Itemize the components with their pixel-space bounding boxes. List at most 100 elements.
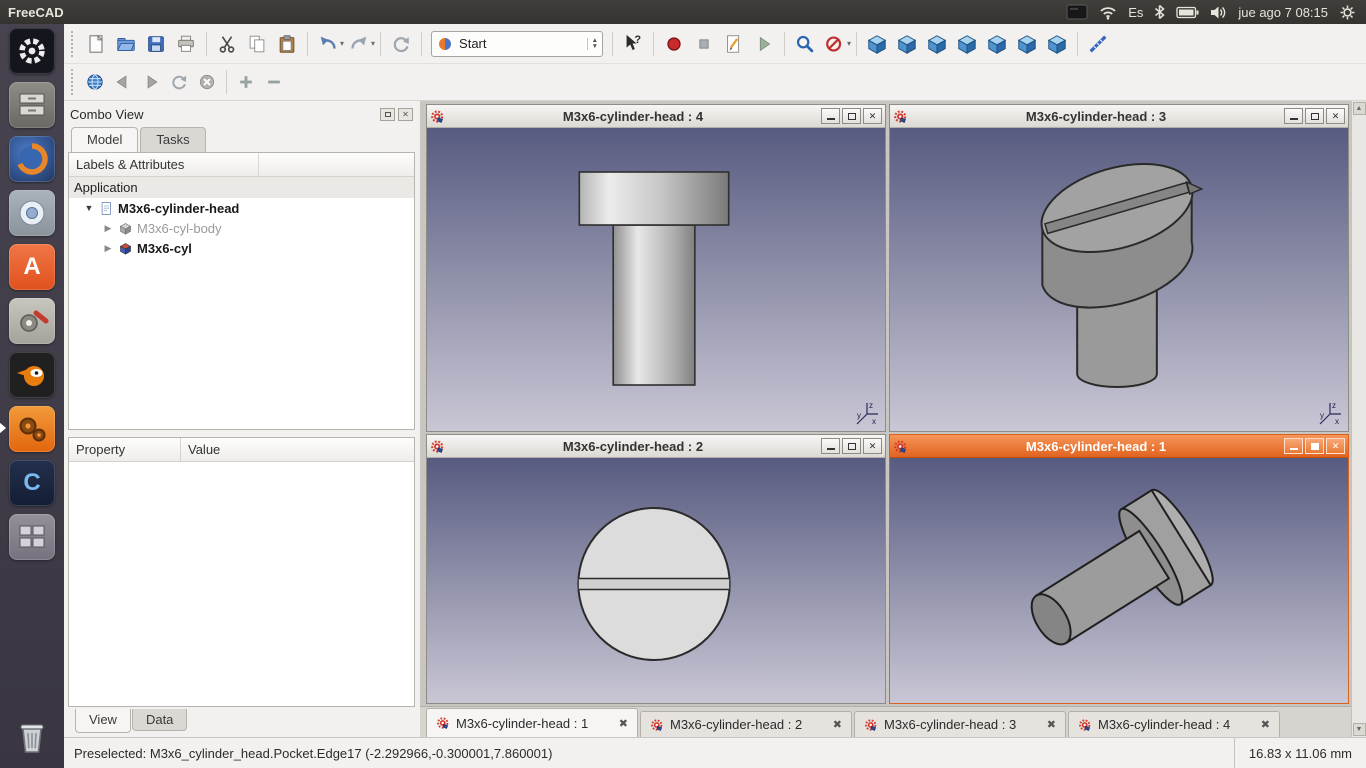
view-window-3[interactable]: M3x6-cylinder-head : 3 ✕ — [889, 104, 1349, 432]
launcher-item-browser[interactable] — [9, 190, 55, 236]
dock-close-button[interactable]: ✕ — [398, 108, 413, 121]
expander-collapsed-icon[interactable]: ▶ — [102, 223, 114, 234]
view-window-4[interactable]: M3x6-cylinder-head : 4 ✕ — [426, 104, 886, 432]
clock-indicator[interactable]: jue ago 7 08:15 — [1238, 5, 1328, 20]
window-title-bar[interactable]: M3x6-cylinder-head : 2 ✕ — [427, 435, 885, 458]
tree-item-cylinder[interactable]: ▶ M3x6-cyl — [69, 238, 414, 258]
view-right-button[interactable] — [952, 29, 982, 59]
close-button[interactable]: ✕ — [1326, 438, 1345, 454]
viewport-3d[interactable] — [427, 128, 885, 431]
view-front-button[interactable] — [892, 29, 922, 59]
view-left-button[interactable] — [1042, 29, 1072, 59]
macro-edit-button[interactable] — [719, 29, 749, 59]
launcher-item-file-manager[interactable] — [9, 82, 55, 128]
window-title-bar[interactable]: M3x6-cylinder-head : 4 ✕ — [427, 105, 885, 128]
nav-back-button[interactable] — [109, 68, 137, 96]
mdi-scrollbar[interactable]: ▲ ▼ — [1351, 101, 1366, 737]
launcher-item-workspace-switcher[interactable] — [9, 514, 55, 560]
window-title-bar[interactable]: M3x6-cylinder-head : 1 ✕ — [890, 435, 1348, 458]
launcher-item-dash-home[interactable] — [9, 28, 55, 74]
tree-column-header[interactable]: Labels & Attributes — [69, 153, 414, 177]
window-tab-4[interactable]: M3x6-cylinder-head : 4✖ — [1068, 711, 1280, 737]
viewport-3d[interactable] — [427, 458, 885, 703]
maximize-button[interactable] — [1305, 438, 1324, 454]
bluetooth-icon[interactable] — [1154, 4, 1165, 20]
redo-button[interactable] — [344, 29, 374, 59]
workbench-selector-spin[interactable]: ▲▼ — [587, 38, 600, 50]
web-home-button[interactable] — [81, 68, 109, 96]
measure-button[interactable] — [1083, 29, 1113, 59]
tree-application-row[interactable]: Application — [69, 177, 414, 198]
app-indicator-icon[interactable] — [1066, 4, 1088, 20]
tree-item-document[interactable]: ▼ M3x6-cylinder-head — [69, 198, 414, 218]
whats-this-button[interactable] — [618, 29, 648, 59]
zoom-out-button[interactable] — [260, 68, 288, 96]
close-button[interactable]: ✕ — [863, 108, 882, 124]
session-gear-icon[interactable] — [1339, 4, 1356, 21]
window-title-bar[interactable]: M3x6-cylinder-head : 3 ✕ — [890, 105, 1348, 128]
copy-button[interactable] — [242, 29, 272, 59]
save-button[interactable] — [141, 29, 171, 59]
view-isometric-button[interactable] — [862, 29, 892, 59]
scroll-up-icon[interactable]: ▲ — [1353, 102, 1366, 115]
tab-close-icon[interactable]: ✖ — [1261, 718, 1270, 731]
zoom-in-button[interactable] — [232, 68, 260, 96]
open-file-button[interactable] — [111, 29, 141, 59]
minimize-button[interactable] — [1284, 438, 1303, 454]
viewport-3d[interactable] — [890, 128, 1348, 431]
launcher-item-software-center[interactable]: A — [9, 244, 55, 290]
close-button[interactable]: ✕ — [863, 438, 882, 454]
paste-button[interactable] — [272, 29, 302, 59]
minimize-button[interactable] — [1284, 108, 1303, 124]
fit-all-button[interactable] — [790, 29, 820, 59]
scroll-down-icon[interactable]: ▼ — [1353, 723, 1366, 736]
toolbar-grip[interactable] — [71, 31, 74, 57]
maximize-button[interactable] — [1305, 108, 1324, 124]
launcher-item-system-settings[interactable] — [9, 298, 55, 344]
minimize-button[interactable] — [821, 108, 840, 124]
launcher-item-firefox[interactable] — [9, 136, 55, 182]
nav-stop-button[interactable] — [193, 68, 221, 96]
panel-splitter[interactable] — [68, 430, 415, 437]
property-table-header[interactable]: Property Value — [69, 438, 414, 462]
refresh-button[interactable] — [386, 29, 416, 59]
maximize-button[interactable] — [842, 438, 861, 454]
maximize-button[interactable] — [842, 108, 861, 124]
macro-record-button[interactable] — [659, 29, 689, 59]
wifi-icon[interactable] — [1099, 4, 1117, 20]
tab-data[interactable]: Data — [132, 709, 187, 731]
battery-icon[interactable] — [1176, 6, 1199, 19]
draw-style-button[interactable] — [820, 29, 850, 59]
nav-forward-button[interactable] — [137, 68, 165, 96]
viewport-3d[interactable] — [890, 458, 1348, 703]
view-bottom-button[interactable] — [1012, 29, 1042, 59]
expander-collapsed-icon[interactable]: ▶ — [102, 243, 114, 254]
print-button[interactable] — [171, 29, 201, 59]
nav-refresh-button[interactable] — [165, 68, 193, 96]
minimize-button[interactable] — [821, 438, 840, 454]
expander-expanded-icon[interactable]: ▼ — [83, 203, 95, 213]
tab-close-icon[interactable]: ✖ — [1047, 718, 1056, 731]
cut-button[interactable] — [212, 29, 242, 59]
workbench-selector[interactable]: Start ▲▼ — [431, 31, 603, 57]
close-button[interactable]: ✕ — [1326, 108, 1345, 124]
volume-icon[interactable] — [1210, 5, 1227, 20]
macro-play-button[interactable] — [749, 29, 779, 59]
view-rear-button[interactable] — [982, 29, 1012, 59]
tab-close-icon[interactable]: ✖ — [833, 718, 842, 731]
launcher-item-c-app[interactable]: C — [9, 460, 55, 506]
tab-tasks[interactable]: Tasks — [140, 127, 205, 152]
tree-item-body[interactable]: ▶ M3x6-cyl-body — [69, 218, 414, 238]
keyboard-layout-indicator[interactable]: Es — [1128, 5, 1143, 20]
tab-view[interactable]: View — [75, 709, 131, 733]
new-file-button[interactable] — [81, 29, 111, 59]
launcher-item-gears-app[interactable] — [9, 406, 55, 452]
macro-stop-button[interactable] — [689, 29, 719, 59]
tab-close-icon[interactable]: ✖ — [619, 717, 628, 730]
window-tab-2[interactable]: M3x6-cylinder-head : 2✖ — [640, 711, 852, 737]
redo-dropdown-arrow[interactable]: ▾ — [371, 39, 375, 48]
launcher-item-blender[interactable] — [9, 352, 55, 398]
window-tab-3[interactable]: M3x6-cylinder-head : 3✖ — [854, 711, 1066, 737]
combo-view-header[interactable]: Combo View ✕ — [68, 103, 415, 125]
view-window-2[interactable]: M3x6-cylinder-head : 2 ✕ — [426, 434, 886, 704]
